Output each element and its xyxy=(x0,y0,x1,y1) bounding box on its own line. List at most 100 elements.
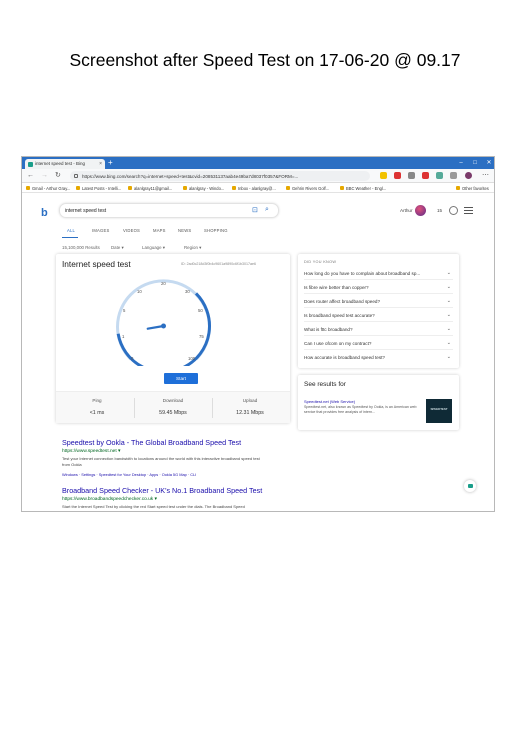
upload-label: Upload xyxy=(242,398,258,403)
bookmark-item[interactable]: Inbox - alanlgray@... xyxy=(232,186,276,191)
menu-icon[interactable] xyxy=(464,207,473,216)
question-item[interactable]: Can I use ofcom on my contract? ⌄ xyxy=(304,337,453,351)
extension-icon[interactable] xyxy=(436,172,443,179)
feedback-icon[interactable] xyxy=(464,480,476,492)
browser-tab[interactable]: internet speed test - Bing × xyxy=(25,159,105,169)
question-item[interactable]: Is fibre wire better than copper? ⌄ xyxy=(304,281,453,295)
question-text: Can I use ofcom on my contract? xyxy=(304,340,372,346)
forward-icon[interactable]: → xyxy=(41,171,48,181)
question-item[interactable]: Is broadband speed test accurate? ⌄ xyxy=(304,309,453,323)
chevron-down-icon: ⌄ xyxy=(446,284,451,290)
gauge-hub xyxy=(161,323,166,329)
bookmark-item[interactable]: BBC Weather - Engl... xyxy=(340,186,386,191)
search-icon[interactable]: ⌕ xyxy=(265,206,269,214)
chevron-down-icon: ⌄ xyxy=(446,354,451,360)
lock-icon xyxy=(74,173,78,178)
gauge-label: 75 xyxy=(199,334,204,339)
gauge-label: 50 xyxy=(198,308,203,313)
filter-date[interactable]: Date ▾ xyxy=(111,245,124,251)
url-text: https://www.bing.com/search?q=internet+s… xyxy=(82,173,299,179)
star-icon[interactable] xyxy=(380,172,387,179)
speed-test-title: Internet speed test xyxy=(62,259,131,269)
ping-value: <1 ms xyxy=(89,410,105,416)
bookmark-item[interactable]: alanlgray - Windo... xyxy=(183,186,224,191)
address-bar-row: ← → ↻ https://www.bing.com/search?q=inte… xyxy=(22,169,494,183)
account-name[interactable]: Arthur xyxy=(400,208,413,213)
more-menu-icon[interactable]: ⋯ xyxy=(482,171,489,181)
extension-icon[interactable] xyxy=(394,172,401,179)
question-text: How accurate is broadband speed test? xyxy=(304,354,385,360)
download-value: 59.45 Mbps xyxy=(159,410,187,416)
minimize-icon[interactable]: – xyxy=(454,157,468,169)
ping-label: Ping xyxy=(92,398,102,403)
result-url[interactable]: https://www.broadbandspeedchecker.co.uk … xyxy=(62,497,157,502)
entity-link[interactable]: Speedtest.net (Web Service) xyxy=(304,399,355,404)
filter-region[interactable]: Region ▾ xyxy=(184,245,201,251)
bing-logo[interactable]: b xyxy=(41,207,48,219)
tab-all[interactable]: ALL xyxy=(67,228,75,233)
tab-images[interactable]: IMAGES xyxy=(92,228,110,233)
avatar[interactable] xyxy=(415,205,426,216)
question-text: Is broadband speed test accurate? xyxy=(304,312,375,318)
gauge-label: 30 xyxy=(185,289,190,294)
gauge-label: 1 xyxy=(122,334,125,339)
panel-heading: DID YOU KNOW xyxy=(304,260,337,264)
question-item[interactable]: How long do you have to complain about b… xyxy=(304,267,453,281)
question-item[interactable]: Does router affect broadband speed? ⌄ xyxy=(304,295,453,309)
start-button[interactable]: Start xyxy=(164,373,198,384)
speed-results: Ping <1 ms Download 59.45 Mbps Upload 12… xyxy=(56,391,290,423)
result-title[interactable]: Speedtest by Ookla - The Global Broadban… xyxy=(62,438,241,447)
chevron-down-icon: ⌄ xyxy=(446,270,451,276)
extension-icon[interactable] xyxy=(408,172,415,179)
result-url[interactable]: https://www.speedtest.net ▾ xyxy=(62,449,120,454)
bookmark-item[interactable]: alanlgray11@gmail... xyxy=(128,186,172,191)
other-favorites[interactable]: Other favorites xyxy=(456,186,489,191)
tab-shopping[interactable]: SHOPPING xyxy=(204,228,228,233)
refresh-icon[interactable]: ↻ xyxy=(55,171,61,181)
tab-news[interactable]: NEWS xyxy=(178,228,191,233)
result-sitelinks[interactable]: Windows · Settings · Speedtest for Your … xyxy=(62,472,196,477)
rewards-icon[interactable] xyxy=(449,206,458,215)
url-field[interactable]: https://www.bing.com/search?q=internet+s… xyxy=(70,171,370,181)
page-caption: Screenshot after Speed Test on 17-06-20 … xyxy=(69,50,461,70)
bing-favicon-icon xyxy=(28,161,33,167)
bookmark-item[interactable]: Latest Posts - Intelli... xyxy=(76,186,121,191)
see-results-title: See results for xyxy=(304,381,346,388)
gauge-label: 0 xyxy=(131,356,134,361)
gauge-label: 5 xyxy=(123,308,126,313)
filter-language[interactable]: Language ▾ xyxy=(142,245,165,251)
collections-icon[interactable] xyxy=(450,172,457,179)
visual-search-icon[interactable]: ⊡ xyxy=(252,206,258,214)
question-item[interactable]: What is fttc broadband? ⌄ xyxy=(304,323,453,337)
bookmark-item[interactable]: Gehrin Rivers Golf... xyxy=(286,186,329,191)
chevron-down-icon: ⌄ xyxy=(446,298,451,304)
chevron-down-icon: ⌄ xyxy=(446,326,451,332)
profile-avatar[interactable] xyxy=(465,172,472,179)
question-text: What is fttc broadband? xyxy=(304,326,353,332)
reward-points[interactable]: 15 xyxy=(437,208,442,213)
tab-maps[interactable]: MAPS xyxy=(153,228,166,233)
download-label: Download xyxy=(162,398,184,403)
tab-videos[interactable]: VIDEOS xyxy=(123,228,140,233)
back-icon[interactable]: ← xyxy=(27,171,34,181)
question-text: How long do you have to complain about b… xyxy=(304,270,421,276)
search-input[interactable]: internet speed test ⊡ ⌕ xyxy=(59,203,279,218)
question-item[interactable]: How accurate is broadband speed test? ⌄ xyxy=(304,351,453,364)
tab-strip: internet speed test - Bing × + – □ ✕ xyxy=(22,157,494,169)
result-snippet: Start the Internet Speed Test by clickin… xyxy=(62,504,245,509)
result-title[interactable]: Broadband Speed Checker - UK's No.1 Broa… xyxy=(62,486,262,495)
new-tab-icon[interactable]: + xyxy=(108,158,113,168)
divider xyxy=(212,398,213,418)
question-text: Does router affect broadband speed? xyxy=(304,298,381,304)
question-text: Is fibre wire better than copper? xyxy=(304,284,369,290)
speed-test-card: Internet speed test ID: 2ad0c218d3f0b4c9… xyxy=(56,254,290,423)
entity-thumbnail[interactable]: SPEEDTEST xyxy=(426,399,452,423)
extension-icon[interactable] xyxy=(422,172,429,179)
search-query: internet speed test xyxy=(65,208,107,214)
close-tab-icon[interactable]: × xyxy=(99,161,102,167)
divider xyxy=(134,398,135,418)
maximize-icon[interactable]: □ xyxy=(468,157,482,169)
close-window-icon[interactable]: ✕ xyxy=(482,157,494,169)
bookmark-item[interactable]: Gmail - Arthur Gray... xyxy=(26,186,70,191)
test-id: ID: 2ad0c218d3f0b4c9601a9890c6f1b3017ae6 xyxy=(181,262,256,266)
